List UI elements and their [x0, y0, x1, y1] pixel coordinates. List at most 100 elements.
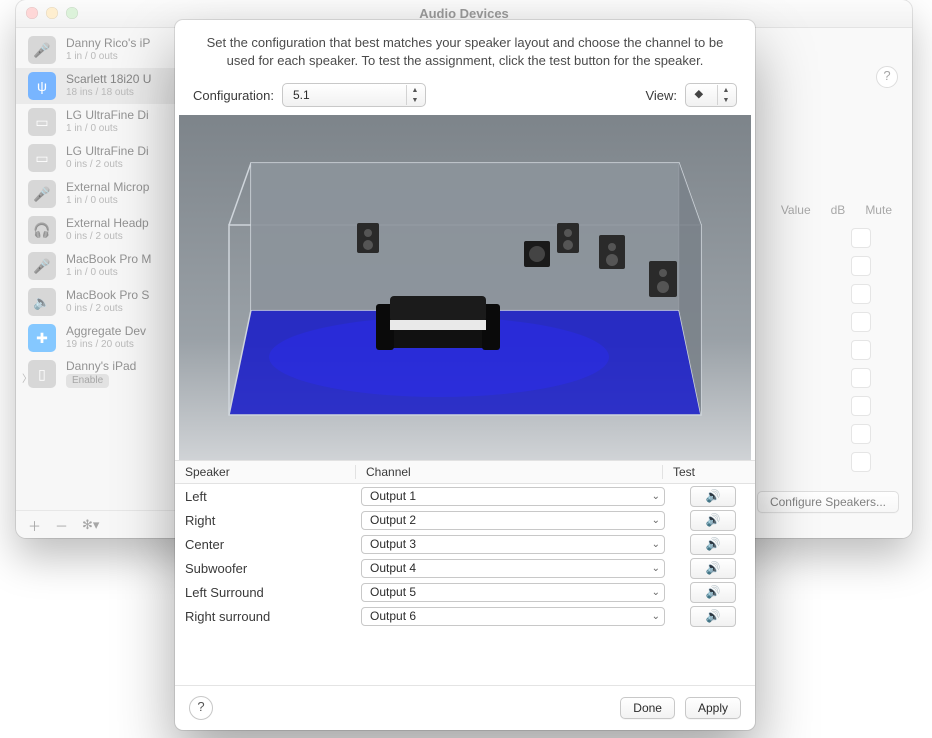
speaker-row: Center Output 3 ⌄ 🔊 [175, 532, 755, 556]
chevron-down-icon: ⌄ [652, 563, 660, 574]
disclosure-caret-icon[interactable]: 〉 [22, 370, 32, 385]
add-device-button[interactable]: ＋ [28, 516, 41, 535]
speaker-row: Subwoofer Output 4 ⌄ 🔊 [175, 556, 755, 580]
minimize-window-button[interactable] [46, 7, 58, 19]
mic-icon: 🎤 [28, 252, 56, 280]
remove-device-button[interactable]: － [55, 516, 68, 535]
speaker-row: Left Output 1 ⌄ 🔊 [175, 484, 755, 508]
test-speaker-button[interactable]: 🔊 [690, 534, 736, 555]
test-speaker-button[interactable]: 🔊 [690, 510, 736, 531]
mute-checkbox[interactable] [851, 312, 871, 332]
channel-value: Output 5 [370, 585, 416, 599]
channel-select[interactable]: Output 4 ⌄ [361, 559, 665, 578]
test-speaker-button[interactable]: 🔊 [690, 582, 736, 603]
window-title: Audio Devices [419, 6, 509, 21]
test-speaker-button[interactable]: 🔊 [690, 558, 736, 579]
test-speaker-button[interactable]: 🔊 [690, 486, 736, 507]
chevron-down-icon: ⌄ [652, 539, 660, 550]
channel-value: Output 1 [370, 489, 416, 503]
enable-badge[interactable]: Enable [66, 374, 109, 388]
configure-speakers-button[interactable]: Configure Speakers... [757, 491, 899, 513]
speaker-wave-icon: 🔊 [706, 513, 721, 527]
done-button[interactable]: Done [620, 697, 675, 719]
channel-select[interactable]: Output 1 ⌄ [361, 487, 665, 506]
speaker-name: Center [175, 537, 355, 552]
mute-checkbox[interactable] [851, 340, 871, 360]
window-controls [26, 7, 78, 19]
channel-table-header: Value dB Mute [781, 203, 892, 217]
speaker-row: Right Output 2 ⌄ 🔊 [175, 508, 755, 532]
mute-checkbox[interactable] [851, 256, 871, 276]
channel-select[interactable]: Output 6 ⌄ [361, 607, 665, 626]
test-speaker-button[interactable]: 🔊 [690, 606, 736, 627]
speaker-name: Left Surround [175, 585, 355, 600]
speaker-icon: 🔈 [28, 288, 56, 316]
device-io-summary: 19 ins / 20 outs [66, 339, 146, 351]
zoom-window-button[interactable] [66, 7, 78, 19]
channel-value: Output 6 [370, 609, 416, 623]
col-test: Test [663, 465, 755, 479]
device-io-summary: 1 in / 0 outs [66, 51, 150, 63]
device-io-summary: 0 ins / 2 outs [66, 231, 149, 243]
channel-select[interactable]: Output 3 ⌄ [361, 535, 665, 554]
configuration-select[interactable]: 5.1 ▲▼ [282, 83, 426, 107]
device-io-summary: 0 ins / 2 outs [66, 159, 149, 171]
apply-button[interactable]: Apply [685, 697, 741, 719]
mute-checkbox[interactable] [851, 424, 871, 444]
room-3d-svg [179, 115, 751, 460]
ipad-icon: ▯ [28, 360, 56, 388]
device-name: Danny's iPad [66, 360, 136, 374]
close-window-button[interactable] [26, 7, 38, 19]
device-name: MacBook Pro M [66, 253, 151, 267]
device-io-summary: Enable [66, 374, 136, 388]
select-stepper-icon: ▲▼ [717, 85, 734, 105]
view-label: View: [645, 88, 677, 103]
speaker-name: Right [175, 513, 355, 528]
select-stepper-icon: ▲▼ [406, 85, 423, 105]
speaker-wave-icon: 🔊 [706, 585, 721, 599]
mute-checkbox[interactable] [851, 368, 871, 388]
room-3d-preview[interactable] [179, 115, 751, 460]
configure-speakers-sheet: Set the configuration that best matches … [175, 20, 755, 730]
speaker-name: Right surround [175, 609, 355, 624]
device-io-summary: 0 ins / 2 outs [66, 303, 149, 315]
col-value: Value [781, 203, 811, 217]
mute-checkbox[interactable] [851, 396, 871, 416]
speaker-wave-icon: 🔊 [706, 561, 721, 575]
device-name: External Microp [66, 181, 149, 195]
device-io-summary: 1 in / 0 outs [66, 195, 149, 207]
speaker-wave-icon: 🔊 [706, 489, 721, 503]
channel-value: Output 3 [370, 537, 416, 551]
chevron-down-icon: ⌄ [652, 611, 660, 622]
channel-select[interactable]: Output 5 ⌄ [361, 583, 665, 602]
channel-value: Output 4 [370, 561, 416, 575]
chevron-down-icon: ⌄ [652, 515, 660, 526]
sheet-help-button[interactable]: ? [189, 696, 213, 720]
device-actions-menu[interactable]: ✻▾ [82, 517, 99, 533]
col-speaker: Speaker [175, 465, 356, 479]
display-icon: ▭ [28, 108, 56, 136]
device-name: Scarlett 18i20 U [66, 73, 151, 87]
device-io-summary: 1 in / 0 outs [66, 267, 151, 279]
mute-checkbox[interactable] [851, 452, 871, 472]
mute-checkbox[interactable] [851, 228, 871, 248]
chevron-down-icon: ⌄ [652, 491, 660, 502]
mic-icon: 🎤 [28, 36, 56, 64]
chevron-down-icon: ⌄ [652, 587, 660, 598]
col-mute: Mute [865, 203, 892, 217]
speaker-wave-icon: 🔊 [706, 609, 721, 623]
plus-icon: ✚ [28, 324, 56, 352]
device-name: Danny Rico's iP [66, 37, 150, 51]
col-db: dB [831, 203, 846, 217]
channel-select[interactable]: Output 2 ⌄ [361, 511, 665, 530]
col-channel: Channel [356, 465, 663, 479]
mute-checkbox[interactable] [851, 284, 871, 304]
speaker-name: Subwoofer [175, 561, 355, 576]
device-name: External Headp [66, 217, 149, 231]
cube-3d-icon: ⯁ [694, 88, 704, 103]
channel-value: Output 2 [370, 513, 416, 527]
view-select[interactable]: ⯁ ▲▼ [685, 83, 737, 107]
speaker-name: Left [175, 489, 355, 504]
help-button[interactable]: ? [876, 66, 898, 88]
mute-checkbox-column [851, 228, 871, 472]
